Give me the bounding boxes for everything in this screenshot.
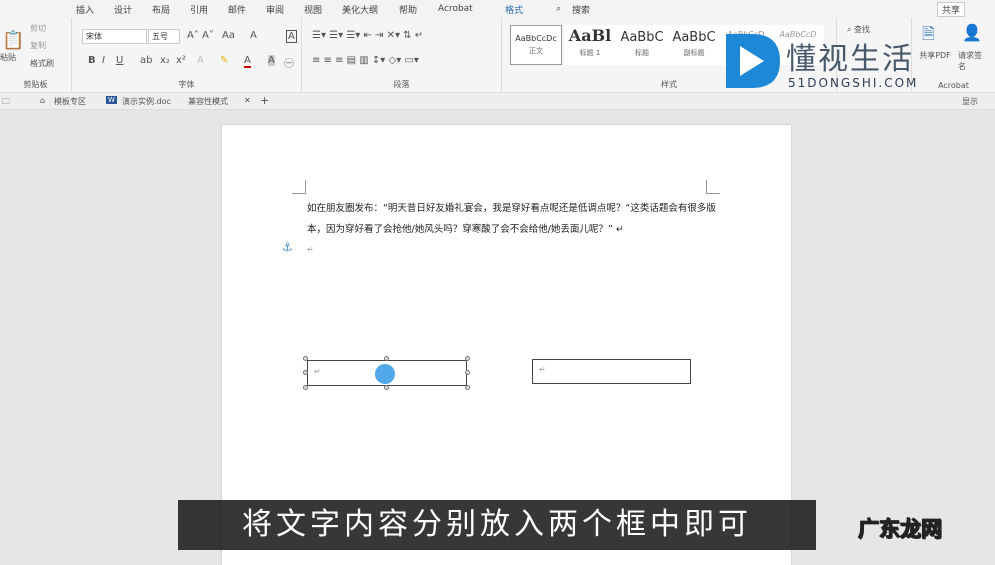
superscript-icon[interactable]: x² <box>176 55 186 66</box>
style-name: 标题 <box>635 49 649 57</box>
menu-bar: 插入 设计 布局 引用 邮件 审阅 视图 美化大纲 帮助 Acrobat 格式 … <box>0 0 995 18</box>
search-icon[interactable]: ⌕ <box>556 4 561 14</box>
share-button[interactable]: 共享 <box>937 1 966 17</box>
paragraph-mark: ↵ <box>307 245 314 254</box>
style-name: 副标题 <box>683 49 705 57</box>
style-preview: AaBbCcDc <box>515 34 557 43</box>
resize-handle[interactable] <box>465 385 470 390</box>
paragraph-label: 段落 <box>393 80 410 89</box>
watermark-logo: 懂视生活 51DONGSHI.COM <box>722 30 952 95</box>
tab-outline[interactable]: 美化大纲 <box>342 3 378 16</box>
style-preview: AaBbC <box>620 30 664 45</box>
font-group: 宋体 五号 A˄ A˅ Aa A A B I U ab x₂ x² A ✎ A … <box>72 18 302 93</box>
italic-icon[interactable]: I <box>102 55 105 66</box>
request-sign-icon[interactable]: 👤 <box>962 23 982 42</box>
subscript-icon[interactable]: x₂ <box>160 55 170 66</box>
document-tab[interactable]: 演示实例.doc <box>122 96 171 107</box>
word-icon: W <box>106 96 117 104</box>
resize-handle[interactable] <box>465 356 470 361</box>
font-label: 字体 <box>178 80 195 89</box>
style-heading1[interactable]: AaBl 标题 1 <box>564 25 616 65</box>
cut-button[interactable]: 剪切 <box>30 23 46 34</box>
tab-layout[interactable]: 布局 <box>152 3 170 16</box>
folder-icon[interactable]: 🗀 <box>2 96 10 110</box>
underline-icon[interactable]: U <box>116 55 123 66</box>
anchor-icon: ⚓ <box>282 240 293 254</box>
tab-references[interactable]: 引用 <box>190 3 208 16</box>
char-shading-icon[interactable]: A <box>268 55 275 66</box>
highlight-icon[interactable]: ✎ <box>220 55 228 66</box>
watermark-brand: 懂视生活 <box>786 42 914 77</box>
resize-handle[interactable] <box>384 385 389 390</box>
style-preview: AaBl <box>568 26 612 45</box>
watermark-url: 51DONGSHI.COM <box>788 76 919 90</box>
format-painter-button[interactable]: 格式刷 <box>30 58 54 69</box>
resize-handle[interactable] <box>384 356 389 361</box>
tab-review[interactable]: 审阅 <box>266 3 284 16</box>
change-case-icon[interactable]: Aa <box>222 30 235 41</box>
strikethrough-icon[interactable]: ab <box>140 55 152 66</box>
close-tab-icon[interactable]: ✕ <box>244 96 251 105</box>
paragraph-mark: ↵ <box>539 365 546 374</box>
tab-insert[interactable]: 插入 <box>76 3 94 16</box>
resize-handle[interactable] <box>303 370 308 375</box>
style-subtitle[interactable]: AaBbC 副标题 <box>668 25 720 65</box>
margin-corner <box>706 180 720 194</box>
font-size-select[interactable]: 五号 <box>148 29 180 44</box>
style-preview: AaBbC <box>672 30 716 45</box>
paragraph-mark: ↵ <box>314 367 321 376</box>
grow-font-icon[interactable]: A˄ A˅ <box>187 30 214 41</box>
corner-watermark: 广东龙网 <box>858 517 943 542</box>
home-icon[interactable]: ⌂ <box>40 96 45 105</box>
compat-mode-label: 兼容性模式 <box>188 97 228 106</box>
bold-icon[interactable]: B <box>88 55 96 66</box>
text-effect-icon[interactable]: A <box>197 55 204 66</box>
paragraph-group: ☰▾ ☰▾ ☰▾ ⇤ ⇥ ✕▾ ⇅ ↵ ≡ ≡ ≡ ▤ ▥ ↕▾ ◇▾ ▭▾ 段… <box>302 18 502 93</box>
paste-icon[interactable]: 📋 <box>2 30 24 51</box>
new-tab-icon[interactable]: + <box>260 94 269 107</box>
style-name: 标题 1 <box>579 49 601 57</box>
style-title[interactable]: AaBbC 标题 <box>616 25 668 65</box>
document-tab-bar: 🗀 ⌂ 模板专区 W 演示实例.doc 兼容性模式 ✕ + 显示 <box>0 93 995 110</box>
resize-handle[interactable] <box>465 370 470 375</box>
search-box[interactable]: 搜索 <box>572 3 590 16</box>
clipboard-group: 📋 粘贴 剪切 复制 格式刷 剪贴板 <box>0 18 72 93</box>
tab-help[interactable]: 帮助 <box>399 3 417 16</box>
copy-button[interactable]: 复制 <box>30 40 46 51</box>
bullets-icon[interactable]: ☰▾ ☰▾ ☰▾ ⇤ ⇥ ✕▾ ⇅ ↵ <box>312 30 423 41</box>
clear-format-icon[interactable]: A <box>250 30 257 41</box>
request-sign-button[interactable]: 请求签名 <box>958 50 984 72</box>
resize-handle[interactable] <box>303 385 308 390</box>
align-icons[interactable]: ≡ ≡ ≡ ▤ ▥ ↕▾ ◇▾ ▭▾ <box>312 55 419 66</box>
tab-view[interactable]: 视图 <box>304 3 322 16</box>
play-logo-icon <box>726 34 780 88</box>
style-name: 正文 <box>529 47 543 55</box>
document-page[interactable]: 如在朋友圈发布：“明天昔日好友婚礼宴会，我是穿好看点呢还是低调点呢？“这类话题会… <box>222 125 791 565</box>
char-border-icon[interactable]: A <box>286 30 297 43</box>
tab-acrobat[interactable]: Acrobat <box>438 4 473 14</box>
enclose-char-icon[interactable]: ㊀ <box>284 55 294 70</box>
font-name-select[interactable]: 宋体 <box>82 29 147 44</box>
margin-corner <box>292 180 306 194</box>
font-color-icon[interactable]: A <box>244 55 251 68</box>
share-label: 共享 <box>942 5 961 16</box>
cursor-highlight <box>375 364 395 384</box>
clipboard-label: 剪贴板 <box>23 80 48 89</box>
display-button[interactable]: 显示 <box>962 96 978 107</box>
video-subtitle: 将文字内容分别放入两个框中即可 <box>178 500 816 550</box>
body-paragraph[interactable]: 如在朋友圈发布：“明天昔日好友婚礼宴会，我是穿好看点呢还是低调点呢？“这类话题会… <box>307 198 717 240</box>
tab-design[interactable]: 设计 <box>114 3 132 16</box>
tab-format[interactable]: 格式 <box>505 3 523 16</box>
resize-handle[interactable] <box>303 356 308 361</box>
paste-button[interactable]: 粘贴 <box>0 52 16 63</box>
tab-mailings[interactable]: 邮件 <box>228 3 246 16</box>
text-box-2[interactable]: ↵ <box>532 359 691 384</box>
template-tab[interactable]: 模板专区 <box>54 96 86 107</box>
style-normal[interactable]: AaBbCcDc 正文 <box>510 25 562 65</box>
